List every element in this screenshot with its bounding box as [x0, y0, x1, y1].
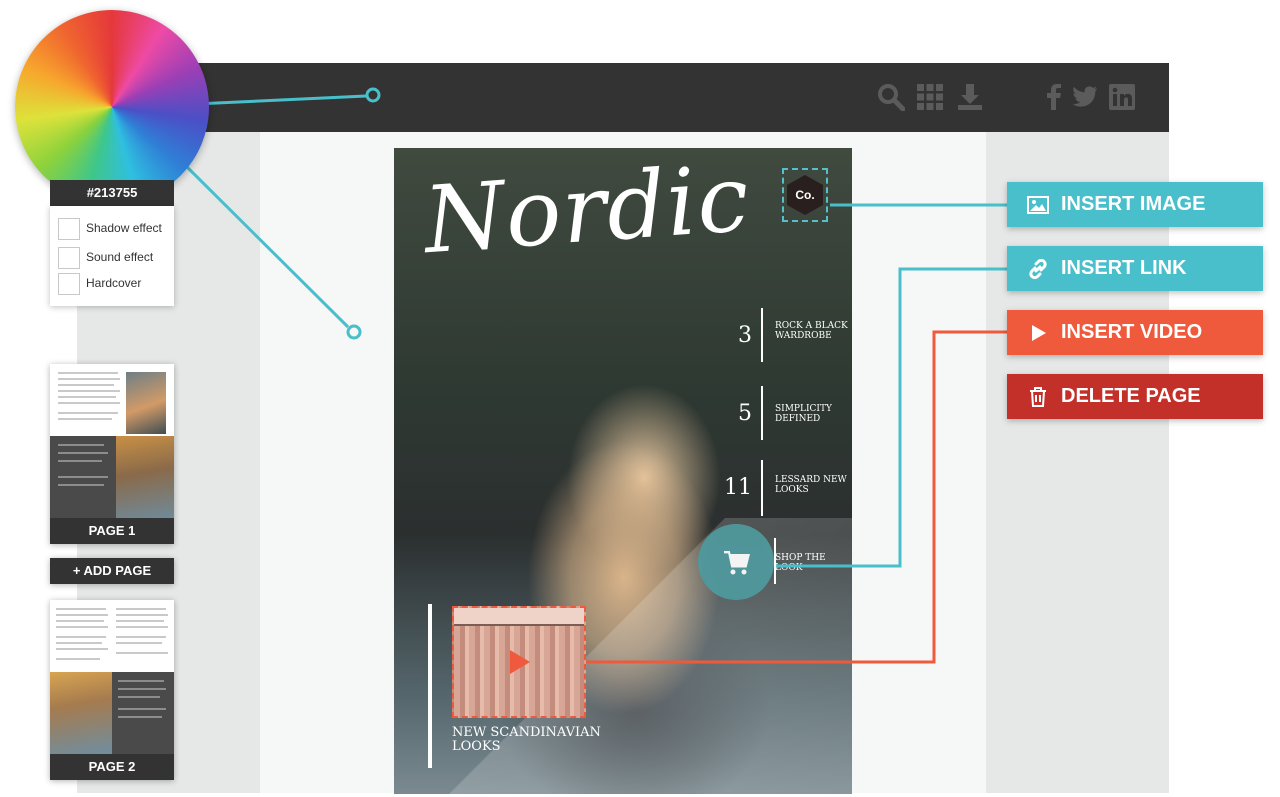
color-wheel[interactable] [15, 10, 209, 204]
page-label: PAGE 2 [50, 754, 174, 780]
thumb-text-line [118, 680, 164, 682]
thumb-text-line [58, 372, 118, 374]
thumb-text-line [116, 642, 162, 644]
grid-icon[interactable] [916, 83, 944, 111]
thumb-text-line [116, 620, 164, 622]
image-icon [1027, 194, 1049, 216]
thumb-text-line [56, 642, 102, 644]
toc-divider [761, 386, 763, 440]
thumb-text-block [112, 672, 174, 754]
page-label: PAGE 1 [50, 518, 174, 544]
thumb-text-line [58, 412, 118, 414]
hex-color-value[interactable]: #213755 [50, 180, 174, 206]
play-icon [1027, 322, 1049, 344]
logo-badge: Co. [787, 175, 823, 215]
facebook-icon[interactable] [1040, 83, 1068, 111]
caption-bar [428, 604, 432, 768]
thumb-text-line [58, 452, 108, 454]
option-label: Hardcover [86, 276, 142, 290]
thumb-text-line [118, 688, 166, 690]
video-placeholder[interactable] [452, 606, 586, 718]
thumb-text-line [56, 620, 104, 622]
linkedin-icon[interactable] [1108, 83, 1136, 111]
thumb-text-line [58, 460, 102, 462]
video-caption: NEW SCANDINAVIAN LOOKS [452, 725, 601, 754]
insert-link-button[interactable]: INSERT LINK [1007, 246, 1263, 291]
logo-placeholder[interactable]: Co. [782, 168, 828, 222]
option-label: Shadow effect [86, 221, 162, 235]
thumb-text-line [58, 396, 116, 398]
thumb-text-line [58, 418, 112, 420]
thumb-text-line [56, 648, 108, 650]
thumb-text-line [56, 608, 106, 610]
toc-number: 5 [738, 401, 752, 426]
page-thumbnail-2[interactable]: PAGE 2 [50, 600, 174, 780]
toc-number: 11 [724, 475, 752, 500]
thumb-text-line [56, 658, 100, 660]
thumb-text-line [58, 484, 104, 486]
hardcover-checkbox[interactable] [58, 273, 80, 295]
thumb-text-line [116, 652, 168, 654]
search-icon[interactable] [877, 83, 905, 111]
download-icon[interactable] [956, 83, 984, 111]
insert-video-button[interactable]: INSERT VIDEO [1007, 310, 1263, 355]
page-thumbnail-1[interactable]: PAGE 1 [50, 364, 174, 544]
toc-divider [761, 460, 763, 516]
shop-link-button[interactable] [698, 524, 774, 600]
thumb-text-line [116, 626, 168, 628]
link-icon [1027, 258, 1049, 280]
thumb-text-line [58, 378, 120, 380]
thumb-text-line [116, 614, 168, 616]
shop-text: SHOP THE LOOK [775, 553, 826, 573]
play-icon[interactable] [510, 650, 530, 674]
shadow-effect-checkbox[interactable] [58, 218, 80, 240]
video-rail [454, 624, 584, 626]
magazine-cover[interactable]: Nordic Co. 3 ROCK A BLACK WARDROBE 5 SIM… [394, 148, 852, 794]
toc-text: SIMPLICITY DEFINED [775, 404, 832, 424]
thumb-text-line [56, 614, 108, 616]
effects-panel: Shadow effect Sound effect Hardcover [50, 206, 174, 306]
add-page-button[interactable]: + ADD PAGE [50, 558, 174, 584]
toc-text: ROCK A BLACK WARDROBE [775, 321, 848, 341]
thumb-text-line [116, 608, 166, 610]
thumb-text-line [118, 708, 166, 710]
thumb-text-line [58, 384, 114, 386]
thumb-text-line [116, 636, 166, 638]
delete-page-button[interactable]: DELETE PAGE [1007, 374, 1263, 419]
thumb-text-line [58, 476, 108, 478]
trash-icon [1027, 386, 1049, 408]
thumb-text-line [56, 626, 108, 628]
thumb-text-line [118, 696, 160, 698]
thumb-text-line [58, 402, 120, 404]
top-toolbar [77, 63, 1169, 132]
twitter-icon[interactable] [1070, 83, 1098, 111]
thumb-photo [116, 436, 174, 518]
thumb-text-line [118, 716, 162, 718]
thumb-text-line [56, 636, 106, 638]
magazine-title[interactable]: Nordic [421, 148, 753, 274]
insert-image-button[interactable]: INSERT IMAGE [1007, 182, 1263, 227]
action-label: DELETE PAGE [1061, 385, 1201, 407]
cart-icon [724, 551, 750, 575]
thumb-text-line [58, 444, 104, 446]
thumb-text-line [58, 390, 120, 392]
toc-divider [761, 308, 763, 362]
sound-effect-checkbox[interactable] [58, 247, 80, 269]
option-label: Sound effect [86, 250, 154, 264]
action-label: INSERT IMAGE [1061, 193, 1206, 215]
thumb-photo [50, 672, 112, 754]
thumb-photo [126, 372, 166, 434]
toc-number: 3 [738, 323, 752, 348]
action-label: INSERT LINK [1061, 257, 1187, 279]
toc-text: LESSARD NEW LOOKS [775, 475, 847, 495]
action-label: INSERT VIDEO [1061, 321, 1203, 343]
